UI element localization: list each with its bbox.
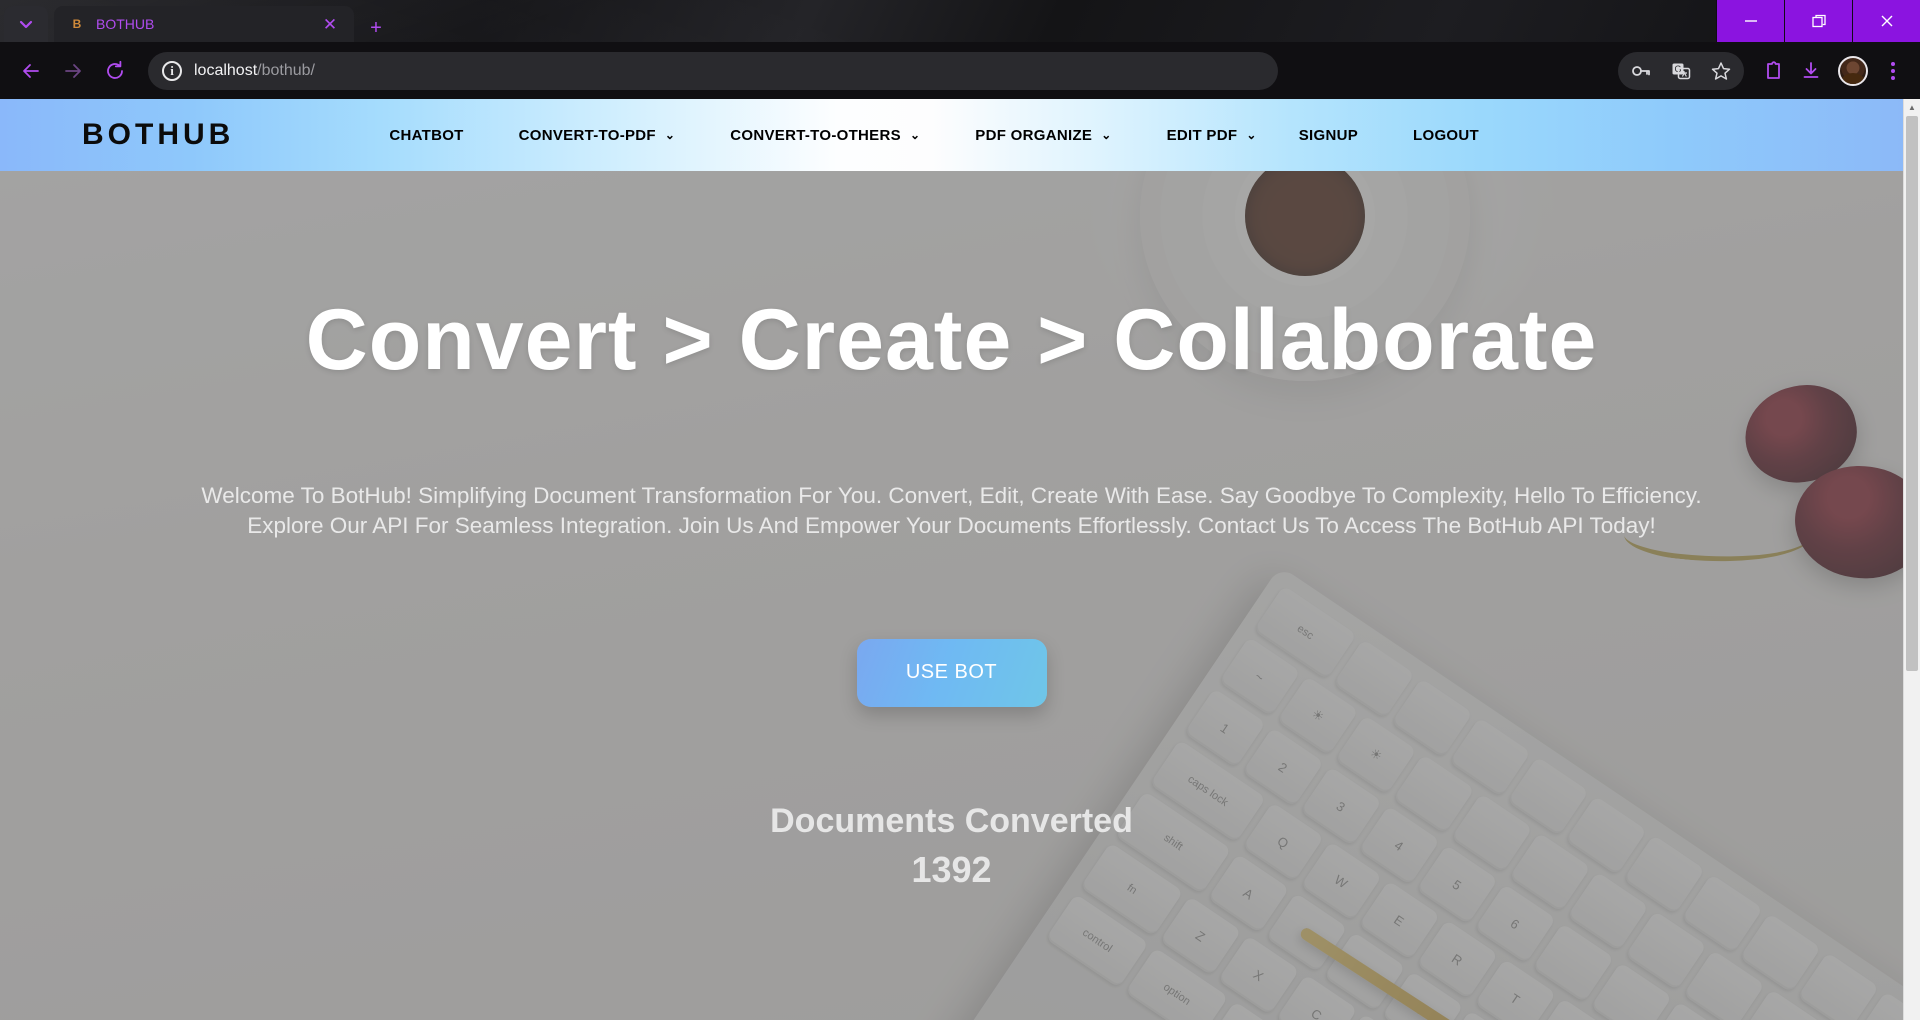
- close-icon: [1881, 15, 1892, 27]
- page-viewport: BOTHUB CHATBOT CONVERT-TO-PDF ⌄ CONVERT-…: [0, 99, 1920, 1020]
- password-key-icon[interactable]: [1624, 54, 1658, 88]
- scrollbar-thumb[interactable]: [1906, 116, 1918, 671]
- nav-label: CONVERT-TO-PDF: [518, 126, 656, 144]
- forward-button[interactable]: [54, 52, 92, 90]
- nav-item-edit-pdf[interactable]: EDIT PDF ⌄: [1167, 127, 1257, 144]
- arrow-left-icon: [23, 63, 39, 78]
- hero-title: Convert > Create > Collaborate: [305, 292, 1598, 388]
- chevron-down-icon: ⌄: [1246, 128, 1257, 142]
- nav-item-signup[interactable]: SIGNUP: [1299, 127, 1358, 144]
- site-navbar: BOTHUB CHATBOT CONVERT-TO-PDF ⌄ CONVERT-…: [0, 99, 1903, 171]
- bookmark-star-icon[interactable]: [1704, 54, 1738, 88]
- browser-tab[interactable]: B BOTHUB ✕: [54, 6, 354, 42]
- chevron-down-icon: ⌄: [664, 128, 676, 142]
- star-glyph: [1711, 61, 1731, 80]
- hero-section: esc ~ ☀: [0, 171, 1903, 1020]
- window-maximize-button[interactable]: [1784, 0, 1852, 42]
- reload-button[interactable]: [96, 52, 134, 90]
- arrow-right-icon: [65, 63, 81, 78]
- url-host: localhost: [194, 61, 258, 79]
- tab-close-icon[interactable]: ✕: [316, 10, 344, 38]
- chrome-menu-icon[interactable]: [1878, 52, 1908, 90]
- reload-icon: [107, 60, 123, 79]
- stats-label: Documents Converted: [770, 801, 1133, 840]
- window-controls: [1716, 0, 1920, 42]
- hero-subtitle-line-1: Welcome To BotHub! Simplifying Document …: [201, 483, 1702, 509]
- nav-item-logout[interactable]: LOGOUT: [1413, 127, 1479, 144]
- nav-label: SIGNUP: [1298, 126, 1359, 144]
- downloads-icon[interactable]: [1794, 54, 1828, 88]
- url-path: /bothub/: [257, 61, 315, 79]
- omnibox-actions-pill: G: [1618, 51, 1744, 90]
- use-bot-button[interactable]: USE BOT: [856, 638, 1047, 707]
- scrollbar-up-arrow-icon[interactable]: ▲: [1904, 99, 1920, 116]
- hero-content: Convert > Create > Collaborate Welcome T…: [0, 171, 1903, 1020]
- nav-item-convert-to-others[interactable]: CONVERT-TO-OTHERS ⌄: [730, 127, 920, 144]
- browser-toolbar: i localhost/bothub/ G: [0, 42, 1920, 99]
- restore-icon: [1811, 14, 1826, 28]
- nav-label: LOGOUT: [1413, 126, 1479, 144]
- nav-label: EDIT PDF: [1166, 126, 1238, 144]
- window-minimize-button[interactable]: [1716, 0, 1784, 42]
- tab-search-button[interactable]: [4, 6, 48, 42]
- chevron-down-icon: ⌄: [1101, 128, 1112, 142]
- site-info-icon[interactable]: i: [162, 60, 182, 81]
- hero-subtitle: Welcome To BotHub! Simplifying Document …: [142, 481, 1762, 540]
- site-logo[interactable]: BOTHUB: [82, 118, 234, 152]
- nav-label: CHATBOT: [389, 126, 464, 144]
- key-glyph: [1632, 65, 1650, 76]
- address-bar-url: localhost/bothub/: [194, 62, 315, 80]
- tab-favicon-icon: B: [72, 17, 82, 31]
- nav-item-chatbot[interactable]: CHATBOT: [389, 127, 463, 144]
- stats-section: Documents Converted 1392: [0, 802, 1903, 891]
- minimize-icon: [1744, 20, 1757, 22]
- download-arrow-glyph: [1803, 61, 1819, 78]
- site-nav-links: CHATBOT CONVERT-TO-PDF ⌄ CONVERT-TO-OTHE…: [389, 127, 1479, 144]
- tab-title: BOTHUB: [96, 16, 155, 32]
- browser-tab-strip: B BOTHUB ✕ +: [0, 0, 1920, 42]
- nav-label: CONVERT-TO-OTHERS: [730, 126, 901, 144]
- stats-value: 1392: [911, 848, 992, 890]
- address-bar[interactable]: i localhost/bothub/: [148, 51, 1278, 90]
- page-scrollbar[interactable]: ▲: [1903, 99, 1920, 1020]
- hero-subtitle-line-2: Explore Our API For Seamless Integration…: [247, 512, 1656, 538]
- nav-label: PDF ORGANIZE: [975, 126, 1093, 144]
- profile-avatar[interactable]: [1838, 55, 1868, 86]
- window-close-button[interactable]: [1852, 0, 1920, 42]
- browser-window: B BOTHUB ✕ + i localhost/bothub/ G BOTHU…: [0, 0, 1920, 1020]
- back-button[interactable]: [12, 52, 50, 90]
- puzzle-glyph: [1767, 60, 1780, 79]
- extensions-icon[interactable]: [1756, 54, 1790, 88]
- translate-icon[interactable]: G: [1664, 54, 1698, 88]
- toolbar-icons: G: [1618, 51, 1908, 90]
- new-tab-button[interactable]: +: [362, 14, 390, 42]
- nav-item-convert-to-pdf[interactable]: CONVERT-TO-PDF ⌄: [519, 127, 676, 144]
- chevron-down-icon: ⌄: [909, 128, 921, 142]
- nav-item-pdf-organize[interactable]: PDF ORGANIZE ⌄: [975, 127, 1111, 144]
- translate-glyph: G: [1672, 63, 1691, 79]
- chevron-down-icon: [19, 20, 33, 29]
